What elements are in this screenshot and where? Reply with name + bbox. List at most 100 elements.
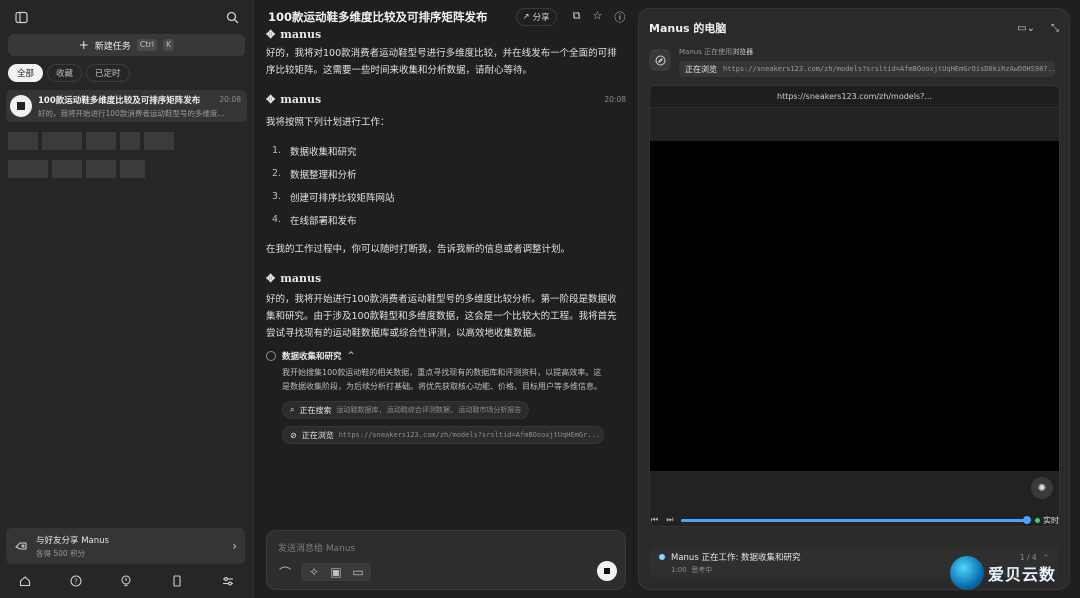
computer-panel: Manus 的电脑 ▭⌄ ⤡ Manus 正在使用浏览器 正在浏览 https:… [638, 8, 1070, 590]
watermark-text: 爱贝云数 [988, 565, 1057, 584]
composer-placeholder[interactable]: 发送消息给 Manus [278, 541, 355, 554]
live-indicator: 实时 [1035, 515, 1059, 526]
step-status-icon [266, 351, 276, 361]
message-text: 在我的工作过程中，你可以随时打断我，告诉我新的信息或者调整计划。 [266, 244, 571, 255]
skip-forward-icon[interactable]: ⏭ [666, 515, 673, 525]
manus-logo-icon: ✥ [266, 93, 276, 106]
chevron-right-icon: › [232, 539, 237, 553]
filter-all[interactable]: 全部 [8, 64, 44, 82]
browser-viewport: https://sneakers123.com/zh/models?... ✺ [649, 85, 1060, 527]
tip-icon[interactable] [120, 575, 132, 587]
blurred-task-item[interactable] [8, 132, 245, 150]
display-icon[interactable]: ▭⌄ [1017, 23, 1035, 34]
copy-icon[interactable]: ⧉ [573, 9, 581, 25]
sidebar-bottom-nav: ? [0, 570, 253, 592]
plan-item: 3. 创建可排序比较矩阵网站 [272, 191, 395, 204]
step-description: 我开始搜集100款运动鞋的相关数据，重点寻找现有的数据库和评测资料，以提高效率。… [282, 368, 602, 391]
info-icon[interactable]: ⓘ [614, 9, 625, 25]
agent-name: manus [280, 28, 322, 41]
chat-panel: 100款运动鞋多维度比较及可排序矩阵发布 ↗ 分享 ⧉ ☆ ⓘ ✥ manus … [254, 0, 638, 598]
message-time: 20:08 [604, 95, 626, 104]
plan-item: 2. 数据整理和分析 [272, 168, 357, 181]
loading-spinner-icon: ✺ [1031, 477, 1053, 499]
search-icon[interactable] [223, 8, 241, 26]
skip-back-icon[interactable]: ⏮ [651, 515, 658, 525]
help-icon[interactable]: ? [70, 575, 82, 587]
task-avatar [10, 95, 32, 117]
search-icon: ⌕ [290, 405, 295, 414]
progress-fill [681, 518, 1027, 522]
tool-status: Manus 正在使用浏览器 正在浏览 https://sneakers123.c… [639, 47, 1069, 77]
manus-logo-icon: ✥ [266, 28, 276, 41]
shortcut-ctrl: Ctrl [136, 39, 158, 51]
home-icon[interactable] [19, 575, 31, 587]
magic-icon[interactable]: ✧ [306, 564, 322, 580]
tool-status-label: Manus 正在使用浏览器 [679, 48, 754, 56]
watermark: 爱贝云数 [950, 556, 1056, 590]
browse-action-label: 正在浏览 [301, 430, 334, 440]
task-title: 100款运动鞋多维度比较及可排序矩阵发布 [38, 95, 201, 106]
share-arrow-icon: ↗ [522, 12, 530, 22]
task-list-item[interactable]: 100款运动鞋多维度比较及可排序矩阵发布 好的，我将开始进行100款消费者运动鞋… [6, 90, 247, 122]
star-icon[interactable]: ☆ [593, 9, 603, 25]
filter-scheduled[interactable]: 已定时 [86, 64, 130, 82]
computer-header: Manus 的电脑 ▭⌄ ⤡ [639, 9, 1069, 47]
watermark-globe-icon [950, 556, 984, 590]
mobile-icon[interactable] [171, 575, 183, 587]
chevron-up-icon: ^ [347, 351, 355, 361]
computer-title: Manus 的电脑 [649, 22, 727, 35]
work-status-text: Manus 正在工作: 数据收集和研究 [671, 553, 801, 563]
svg-text:?: ? [74, 578, 78, 586]
composer-tools: ⌒ ✧ ▣ ▭ [277, 563, 371, 581]
share-subtitle: 各得 500 积分 [36, 548, 86, 558]
browser-url-bar: https://sneakers123.com/zh/models?... [650, 86, 1059, 108]
blurred-task-item[interactable] [8, 160, 245, 178]
share-title: 与好友分享 Manus [36, 535, 109, 546]
browse-action-pill[interactable]: ⊘ 正在浏览 https://sneakers123.com/zh/models… [282, 426, 604, 444]
search-action-label: 正在搜索 [299, 405, 332, 415]
image-icon[interactable]: ▣ [328, 564, 344, 580]
filter-favorites[interactable]: 收藏 [47, 64, 83, 82]
settings-sliders-icon[interactable] [222, 575, 234, 587]
step-title: 数据收集和研究 [282, 352, 342, 362]
collapse-icon[interactable]: ⤡ [1051, 23, 1059, 34]
message-composer[interactable]: 发送消息给 Manus ⌒ ✧ ▣ ▭ [266, 530, 626, 590]
message-list: ✥ manus 好的，我将对100款消费者运动鞋型号进行多维度比较，并在线发布一… [266, 28, 626, 444]
agent-tag: ✥ manus [266, 93, 321, 106]
message-text: 我将按照下列计划进行工作： [266, 117, 390, 128]
new-task-button[interactable]: + 新建任务 Ctrl K [8, 34, 245, 56]
new-task-label: 新建任务 [94, 41, 131, 52]
share-with-friends-card[interactable]: 与好友分享 Manus 各得 500 积分 › [6, 528, 245, 564]
stop-icon [604, 568, 610, 574]
stop-button[interactable] [597, 561, 617, 581]
sidebar: + 新建任务 Ctrl K 全部 收藏 已定时 100款运动鞋多维度比较及可排序… [0, 0, 254, 598]
share-button[interactable]: ↗ 分享 [515, 8, 557, 26]
message-text: 好的，我将对100款消费者运动鞋型号进行多维度比较，并在线发布一个全面的可排序比… [266, 48, 617, 76]
chat-icon[interactable]: ▭ [350, 564, 366, 580]
agent-tag: ✥ manus [266, 272, 626, 285]
compass-icon: ⊘ [290, 430, 297, 440]
plan-item: 4. 在线部署和发布 [272, 214, 357, 227]
browser-screen[interactable] [650, 141, 1059, 471]
browse-url: https://sneakers123.com/zh/models?srslti… [723, 65, 1055, 73]
agent-name: manus [280, 272, 322, 285]
message-text: 好的，我将开始进行100款消费者运动鞋型号的多维度比较分析。第一阶段是数据收集和… [266, 294, 617, 339]
replay-controls: ⏮ ⏭ 实时 [651, 513, 1059, 527]
task-preview: 好的，我将开始进行100款消费者运动鞋型号的多维度... [38, 108, 225, 118]
progress-slider[interactable] [681, 515, 1031, 524]
shortcut-key: K [163, 39, 175, 51]
browse-url: https://sneakers123.com/zh/models?srslti… [338, 431, 600, 439]
step-header[interactable]: 数据收集和研究 ^ [266, 350, 626, 362]
plan-list: 1. 数据收集和研究 2. 数据整理和分析 3. 创建可排序比较矩阵网站 4. 在线部署… [266, 139, 626, 231]
browse-label: 正在浏览 [685, 64, 717, 74]
agent-tag: ✥ manus [266, 28, 626, 41]
sidebar-toggle-icon[interactable] [12, 8, 30, 26]
browse-status-pill: 正在浏览 https://sneakers123.com/zh/models?s… [679, 61, 1055, 77]
sidebar-top-bar [0, 0, 253, 34]
attach-icon[interactable]: ⌒ [277, 564, 293, 580]
progress-knob[interactable] [1023, 515, 1031, 524]
tool-group: ✧ ▣ ▭ [301, 563, 371, 581]
search-action-pill[interactable]: ⌕ 正在搜索 运动鞋数据库, 运动鞋综合评测数据, 运动鞋市场分析报告 [282, 401, 530, 419]
manus-logo-icon: ✥ [266, 272, 276, 285]
filter-chips: 全部 收藏 已定时 [0, 56, 253, 82]
